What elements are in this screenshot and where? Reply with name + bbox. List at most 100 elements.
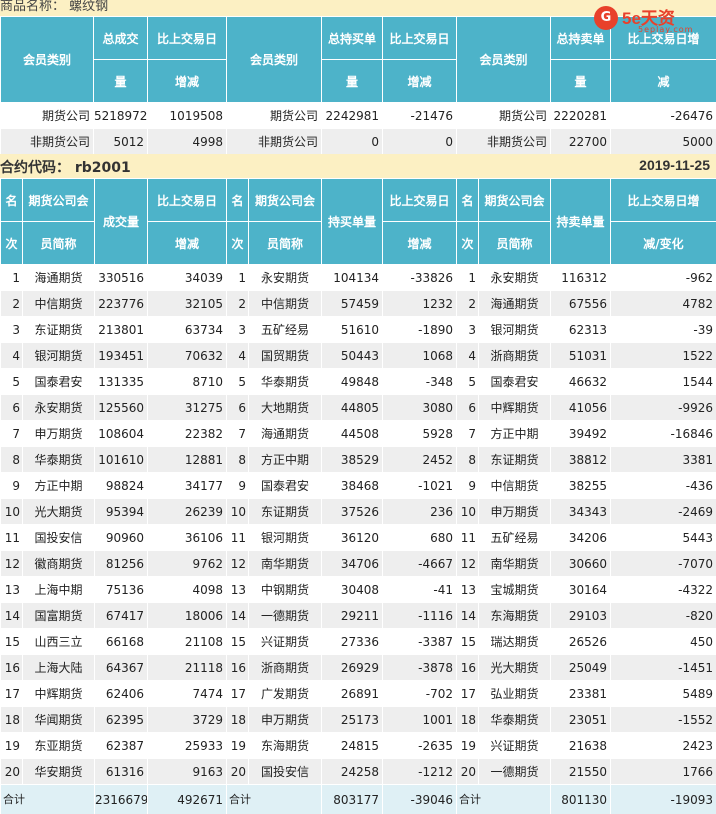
volume-cell: 21638 xyxy=(550,732,611,759)
change-cell: 34177 xyxy=(147,472,227,499)
member-name-cell: 中钢期货 xyxy=(248,576,322,603)
rank-cell: 3 xyxy=(0,316,23,343)
member-name-cell: 兴证期货 xyxy=(478,732,551,759)
volume-cell: 38255 xyxy=(550,472,611,499)
rank-cell: 7 xyxy=(226,420,249,447)
member-name-cell: 南华期货 xyxy=(248,550,322,577)
member-name-cell: 永安期货 xyxy=(248,264,322,291)
volume-cell: 38468 xyxy=(321,472,383,499)
volume-cell: 66168 xyxy=(94,628,148,655)
change-cell: 4782 xyxy=(610,290,716,317)
change-cell: 25933 xyxy=(147,732,227,759)
change-cell: -1116 xyxy=(382,602,457,629)
member-type-cell: 期货公司 xyxy=(0,102,94,129)
value-cell: 2242981 xyxy=(321,102,383,129)
header-member-name-2: 员简称 xyxy=(248,221,322,265)
rank-cell: 6 xyxy=(456,394,479,421)
volume-cell: 30408 xyxy=(321,576,383,603)
header-short-change: 比上交易日增 xyxy=(610,178,716,222)
volume-cell: 125560 xyxy=(94,394,148,421)
member-name-cell: 中信期货 xyxy=(22,290,95,317)
volume-cell: 26929 xyxy=(321,654,383,681)
header-rank-2: 次 xyxy=(456,221,479,265)
change-cell: 1068 xyxy=(382,342,457,369)
table-row: 20 华安期货 61316 9163 20 国投安信 24258 -1212 20 一德期货 215… xyxy=(0,758,716,785)
header-long-change-2: 增减 xyxy=(382,59,457,103)
rank-cell: 20 xyxy=(226,758,249,785)
rank-cell: 11 xyxy=(456,524,479,551)
member-name-cell: 国投安信 xyxy=(22,524,95,551)
volume-cell: 57459 xyxy=(321,290,383,317)
member-type-cell: 非期货公司 xyxy=(0,128,94,155)
change-cell: 1522 xyxy=(610,342,716,369)
rank-cell: 9 xyxy=(226,472,249,499)
total-label: 合计 xyxy=(456,784,551,814)
change-cell: -1890 xyxy=(382,316,457,343)
member-name-cell: 海通期货 xyxy=(22,264,95,291)
rank-cell: 6 xyxy=(226,394,249,421)
header-rank: 名 xyxy=(0,178,23,222)
rank-cell: 14 xyxy=(456,602,479,629)
change-cell: 3381 xyxy=(610,446,716,473)
rank-cell: 17 xyxy=(226,680,249,707)
volume-cell: 131335 xyxy=(94,368,148,395)
member-name-cell: 东证期货 xyxy=(22,316,95,343)
change-cell: 680 xyxy=(382,524,457,551)
volume-cell: 75136 xyxy=(94,576,148,603)
volume-cell: 51610 xyxy=(321,316,383,343)
rank-cell: 10 xyxy=(0,498,23,525)
volume-cell: 25173 xyxy=(321,706,383,733)
site-logo[interactable]: G 5e天资 5eplay.com xyxy=(594,4,712,38)
member-type-cell: 非期货公司 xyxy=(456,128,551,155)
change-cell: 1001 xyxy=(382,706,457,733)
volume-cell: 98824 xyxy=(94,472,148,499)
header-volume-change: 比上交易日 xyxy=(147,178,227,222)
volume-cell: 62387 xyxy=(94,732,148,759)
change-cell: -1021 xyxy=(382,472,457,499)
volume-cell: 44508 xyxy=(321,420,383,447)
member-name-cell: 光大期货 xyxy=(22,498,95,525)
member-name-cell: 永安期货 xyxy=(478,264,551,291)
volume-cell: 25049 xyxy=(550,654,611,681)
rank-cell: 11 xyxy=(226,524,249,551)
volume-cell: 116312 xyxy=(550,264,611,291)
rank-cell: 16 xyxy=(0,654,23,681)
header-long-change-2: 增减 xyxy=(382,221,457,265)
volume-cell: 223776 xyxy=(94,290,148,317)
table-row: 4 银河期货 193451 70632 4 国贸期货 50443 1068 4 浙商期货 51031… xyxy=(0,342,716,369)
change-cell: 63734 xyxy=(147,316,227,343)
member-name-cell: 国富期货 xyxy=(22,602,95,629)
table-row: 12 徽商期货 81256 9762 12 南华期货 34706 -4667 12 南华期货 306… xyxy=(0,550,716,577)
volume-cell: 64367 xyxy=(94,654,148,681)
rank-cell: 9 xyxy=(0,472,23,499)
member-type-cell: 期货公司 xyxy=(226,102,322,129)
rank-cell: 9 xyxy=(456,472,479,499)
logo-mark-icon: G xyxy=(594,6,618,30)
rank-cell: 8 xyxy=(0,446,23,473)
member-name-cell: 五矿经易 xyxy=(478,524,551,551)
change-cell: -820 xyxy=(610,602,716,629)
header-member-type: 会员类别 xyxy=(456,16,551,103)
change-cell: -1552 xyxy=(610,706,716,733)
table-row: 15 山西三立 66168 21108 15 兴证期货 27336 -3387 15 瑞达期货 26… xyxy=(0,628,716,655)
contract-bar: 合约代码： rb2001 2019-11-25 xyxy=(0,154,716,178)
member-name-cell: 大地期货 xyxy=(248,394,322,421)
volume-cell: 37526 xyxy=(321,498,383,525)
table-row: 11 国投安信 90960 36106 11 银河期货 36120 680 11 五矿经易 3420… xyxy=(0,524,716,551)
header-long-change: 比上交易日 xyxy=(382,16,457,60)
rank-cell: 13 xyxy=(456,576,479,603)
volume-cell: 24258 xyxy=(321,758,383,785)
table-row: 6 永安期货 125560 31275 6 大地期货 44805 3080 6 中辉期货 41056… xyxy=(0,394,716,421)
change-cell: 70632 xyxy=(147,342,227,369)
member-name-cell: 海通期货 xyxy=(478,290,551,317)
table-row: 3 东证期货 213801 63734 3 五矿经易 51610 -1890 3 银河期货 6231… xyxy=(0,316,716,343)
header-total-long: 总持买单 xyxy=(321,16,383,60)
member-name-cell: 上海大陆 xyxy=(22,654,95,681)
change-cell: 26239 xyxy=(147,498,227,525)
volume-cell: 104134 xyxy=(321,264,383,291)
member-name-cell: 徽商期货 xyxy=(22,550,95,577)
rank-cell: 14 xyxy=(226,602,249,629)
header-volume-change: 比上交易日 xyxy=(147,16,227,60)
volume-cell: 30164 xyxy=(550,576,611,603)
rank-cell: 13 xyxy=(226,576,249,603)
